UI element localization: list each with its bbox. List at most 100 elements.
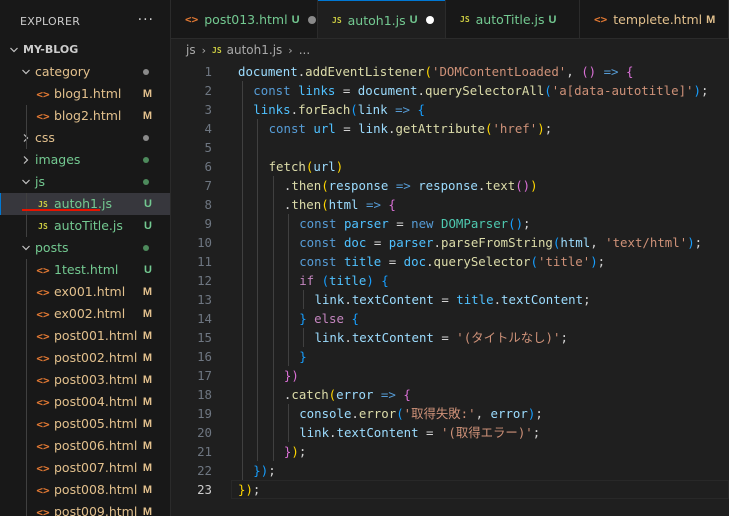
chevron-down-icon xyxy=(20,171,32,193)
code-token: ; xyxy=(694,235,703,250)
code-token: { xyxy=(351,311,359,326)
code-token: => xyxy=(380,387,396,402)
code-text: link.textContent = title.textContent; xyxy=(315,290,591,309)
code-token: html xyxy=(560,235,591,250)
code-text: document.addEventListener('DOMContentLoa… xyxy=(238,62,633,81)
tab-label: autoTitle.js xyxy=(475,12,545,27)
git-status-badge: M xyxy=(142,374,152,386)
code-token: { xyxy=(625,64,634,79)
tree-label: post007.html xyxy=(54,460,138,475)
tab-label: post013.html xyxy=(204,12,288,27)
code-token: ) xyxy=(291,444,299,459)
code-token: ) xyxy=(335,159,344,174)
code-token: ( xyxy=(530,254,538,269)
line-number: 4 xyxy=(204,121,212,136)
code-token: = xyxy=(335,121,359,136)
code-token: 'title' xyxy=(537,254,591,269)
code-token: ) xyxy=(693,83,701,98)
code-token: , xyxy=(566,64,582,79)
code-token: { xyxy=(403,387,411,402)
code-token: ( xyxy=(321,178,329,193)
tree-folder[interactable]: category xyxy=(0,61,170,83)
code-token: = xyxy=(433,330,457,345)
code-token: = xyxy=(381,254,404,269)
git-status-badge: U xyxy=(144,264,152,276)
tree-label: 1test.html xyxy=(54,262,119,277)
tab-post013-html[interactable]: <> post013.html U xyxy=(171,0,318,38)
html-file-icon: <> xyxy=(36,505,50,516)
red-underline-annotation xyxy=(22,209,100,211)
html-file-icon: <> xyxy=(36,483,50,497)
git-status-badge: U xyxy=(548,13,557,26)
code-token: ) xyxy=(590,254,598,269)
tab-templete-html[interactable]: <> templete.html M xyxy=(580,0,729,38)
unsaved-dot-icon[interactable] xyxy=(425,16,434,24)
code-token: textContent xyxy=(351,292,434,307)
html-file-icon: <> xyxy=(36,329,50,343)
close-dot-icon[interactable] xyxy=(307,15,316,24)
code-text: const links = document.querySelectorAll(… xyxy=(253,81,708,100)
git-status-badge: M xyxy=(142,286,152,298)
tree-label: post004.html xyxy=(54,394,138,409)
git-status-badge: M xyxy=(142,110,152,122)
code-text: console.error('取得失敗:', error); xyxy=(299,404,543,423)
tree-file[interactable]: <> blog1.html M xyxy=(0,83,170,105)
tree-folder[interactable]: images xyxy=(0,149,170,171)
chevron-down-icon xyxy=(8,39,20,61)
tree-folder[interactable]: js xyxy=(0,171,170,193)
code-text: }); xyxy=(284,442,306,461)
code-editor[interactable]: 1 document.addEventListener('DOMContentLo… xyxy=(171,61,729,516)
code-line: 15 link.textContent = '(タイトルなし)'; xyxy=(171,328,729,347)
breadcrumb-file[interactable]: autoh1.js xyxy=(227,43,283,57)
code-token: . xyxy=(290,102,299,117)
tree-folder[interactable]: MY-BLOG xyxy=(0,39,170,61)
code-line: 9 const parser = new DOMParser(); xyxy=(171,214,729,233)
line-number: 2 xyxy=(204,83,212,98)
code-token: const xyxy=(253,83,291,98)
code-token: forEach xyxy=(298,102,351,117)
code-token: } xyxy=(299,311,307,326)
code-token: ) xyxy=(537,121,545,136)
code-line: 3 links.forEach(link => { xyxy=(171,100,729,119)
indent-guide xyxy=(287,404,289,442)
tab-autoh1-js[interactable]: JS autoh1.js U xyxy=(318,0,446,38)
code-text: .then(response => response.text()) xyxy=(284,176,538,195)
tree-folder[interactable]: posts xyxy=(0,237,170,259)
code-text: }); xyxy=(253,461,275,480)
current-line-highlight xyxy=(231,480,729,499)
chevron-down-icon xyxy=(20,237,32,259)
code-token: () xyxy=(581,64,597,79)
code-line: 17}) xyxy=(171,366,729,385)
breadcrumb-folder[interactable]: js xyxy=(186,43,196,57)
code-token: '取得失敗:' xyxy=(403,406,476,421)
code-token: new xyxy=(411,216,434,231)
code-token: () xyxy=(515,178,531,193)
code-text: } xyxy=(299,347,306,366)
code-token: link xyxy=(314,330,345,345)
tab-autoTitle-js[interactable]: JS autoTitle.js U xyxy=(446,0,580,38)
line-number: 7 xyxy=(204,178,212,193)
breadcrumb-symbols[interactable]: ... xyxy=(299,43,310,57)
tree-label: autoTitle.js xyxy=(54,218,123,233)
code-token: () xyxy=(508,216,524,231)
code-token: = xyxy=(388,216,412,231)
line-number: 22 xyxy=(197,463,212,478)
tree-label: ex002.html xyxy=(54,306,126,321)
git-status-badge: M xyxy=(142,308,152,320)
code-line: 14} else { xyxy=(171,309,729,328)
code-token: . xyxy=(344,292,352,307)
git-status-badge: M xyxy=(142,506,152,516)
git-status-badge: U xyxy=(144,220,152,232)
indent-guide xyxy=(242,81,243,480)
editor-tab-bar: <> post013.html U JS autoh1.js U JS autoTitle.j… xyxy=(171,0,729,39)
js-file-icon: JS xyxy=(460,15,470,24)
html-file-icon: <> xyxy=(594,13,608,26)
code-text: .then(html => { xyxy=(284,195,396,214)
tree-label: js xyxy=(35,174,45,189)
ellipsis-icon[interactable]: ··· xyxy=(138,12,154,28)
code-token: ) xyxy=(366,273,374,288)
code-token: then xyxy=(291,178,322,193)
